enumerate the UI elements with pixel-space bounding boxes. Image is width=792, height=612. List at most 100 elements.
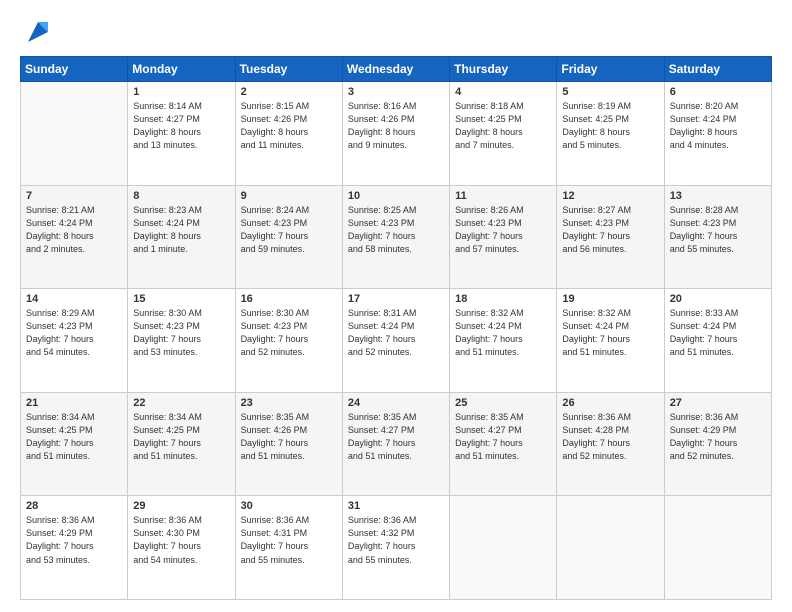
logo-icon <box>24 18 52 46</box>
day-info: Sunrise: 8:29 AMSunset: 4:23 PMDaylight:… <box>26 307 122 359</box>
calendar-cell: 28 Sunrise: 8:36 AMSunset: 4:29 PMDayligh… <box>21 496 128 600</box>
day-info: Sunrise: 8:21 AMSunset: 4:24 PMDaylight:… <box>26 204 122 256</box>
calendar-cell: 17 Sunrise: 8:31 AMSunset: 4:24 PMDayligh… <box>342 289 449 393</box>
day-info: Sunrise: 8:34 AMSunset: 4:25 PMDaylight:… <box>26 411 122 463</box>
col-header-sunday: Sunday <box>21 57 128 82</box>
day-number: 8 <box>133 190 229 202</box>
day-number: 21 <box>26 397 122 409</box>
calendar-cell: 20 Sunrise: 8:33 AMSunset: 4:24 PMDayligh… <box>664 289 771 393</box>
logo <box>20 18 52 46</box>
calendar-cell: 26 Sunrise: 8:36 AMSunset: 4:28 PMDayligh… <box>557 392 664 496</box>
day-info: Sunrise: 8:19 AMSunset: 4:25 PMDaylight:… <box>562 100 658 152</box>
calendar-cell: 16 Sunrise: 8:30 AMSunset: 4:23 PMDayligh… <box>235 289 342 393</box>
calendar-cell: 13 Sunrise: 8:28 AMSunset: 4:23 PMDayligh… <box>664 185 771 289</box>
day-number: 1 <box>133 86 229 98</box>
day-info: Sunrise: 8:24 AMSunset: 4:23 PMDaylight:… <box>241 204 337 256</box>
header <box>20 18 772 46</box>
day-info: Sunrise: 8:28 AMSunset: 4:23 PMDaylight:… <box>670 204 766 256</box>
calendar-cell: 4 Sunrise: 8:18 AMSunset: 4:25 PMDaylight… <box>450 82 557 186</box>
day-number: 25 <box>455 397 551 409</box>
day-info: Sunrise: 8:33 AMSunset: 4:24 PMDaylight:… <box>670 307 766 359</box>
day-info: Sunrise: 8:32 AMSunset: 4:24 PMDaylight:… <box>562 307 658 359</box>
calendar-cell <box>557 496 664 600</box>
day-number: 29 <box>133 500 229 512</box>
calendar-cell: 14 Sunrise: 8:29 AMSunset: 4:23 PMDayligh… <box>21 289 128 393</box>
col-header-wednesday: Wednesday <box>342 57 449 82</box>
calendar-week-1: 1Sunrise: 8:14 AMSunset: 4:27 PMDaylight… <box>21 82 772 186</box>
col-header-monday: Monday <box>128 57 235 82</box>
day-info: Sunrise: 8:30 AMSunset: 4:23 PMDaylight:… <box>241 307 337 359</box>
day-number: 2 <box>241 86 337 98</box>
calendar-cell: 8 Sunrise: 8:23 AMSunset: 4:24 PMDaylight… <box>128 185 235 289</box>
day-info: Sunrise: 8:36 AMSunset: 4:29 PMDaylight:… <box>26 514 122 566</box>
day-info: Sunrise: 8:32 AMSunset: 4:24 PMDaylight:… <box>455 307 551 359</box>
calendar-cell: 18 Sunrise: 8:32 AMSunset: 4:24 PMDayligh… <box>450 289 557 393</box>
calendar-cell <box>21 82 128 186</box>
calendar-cell <box>450 496 557 600</box>
calendar-cell: 9 Sunrise: 8:24 AMSunset: 4:23 PMDaylight… <box>235 185 342 289</box>
day-info: Sunrise: 8:34 AMSunset: 4:25 PMDaylight:… <box>133 411 229 463</box>
calendar-cell: 6 Sunrise: 8:20 AMSunset: 4:24 PMDaylight… <box>664 82 771 186</box>
col-header-saturday: Saturday <box>664 57 771 82</box>
day-info: Sunrise: 8:20 AMSunset: 4:24 PMDaylight:… <box>670 100 766 152</box>
calendar-cell: 19 Sunrise: 8:32 AMSunset: 4:24 PMDayligh… <box>557 289 664 393</box>
day-info: Sunrise: 8:31 AMSunset: 4:24 PMDaylight:… <box>348 307 444 359</box>
day-number: 23 <box>241 397 337 409</box>
page: SundayMondayTuesdayWednesdayThursdayFrid… <box>0 0 792 612</box>
calendar-cell: 15 Sunrise: 8:30 AMSunset: 4:23 PMDayligh… <box>128 289 235 393</box>
day-number: 19 <box>562 293 658 305</box>
calendar-cell: 10 Sunrise: 8:25 AMSunset: 4:23 PMDayligh… <box>342 185 449 289</box>
calendar-cell: 25 Sunrise: 8:35 AMSunset: 4:27 PMDayligh… <box>450 392 557 496</box>
day-number: 15 <box>133 293 229 305</box>
day-info: Sunrise: 8:15 AMSunset: 4:26 PMDaylight:… <box>241 100 337 152</box>
calendar-cell: 30 Sunrise: 8:36 AMSunset: 4:31 PMDayligh… <box>235 496 342 600</box>
calendar-cell: 12 Sunrise: 8:27 AMSunset: 4:23 PMDayligh… <box>557 185 664 289</box>
day-number: 30 <box>241 500 337 512</box>
calendar-week-4: 21 Sunrise: 8:34 AMSunset: 4:25 PMDayligh… <box>21 392 772 496</box>
day-info: Sunrise: 8:36 AMSunset: 4:31 PMDaylight:… <box>241 514 337 566</box>
day-number: 12 <box>562 190 658 202</box>
day-number: 26 <box>562 397 658 409</box>
day-number: 7 <box>26 190 122 202</box>
calendar-week-5: 28 Sunrise: 8:36 AMSunset: 4:29 PMDayligh… <box>21 496 772 600</box>
day-number: 16 <box>241 293 337 305</box>
day-number: 18 <box>455 293 551 305</box>
day-number: 31 <box>348 500 444 512</box>
day-number: 13 <box>670 190 766 202</box>
day-number: 20 <box>670 293 766 305</box>
day-number: 6 <box>670 86 766 98</box>
day-info: Sunrise: 8:35 AMSunset: 4:26 PMDaylight:… <box>241 411 337 463</box>
day-number: 14 <box>26 293 122 305</box>
day-info: Sunrise: 8:16 AMSunset: 4:26 PMDaylight:… <box>348 100 444 152</box>
day-info: Sunrise: 8:36 AMSunset: 4:28 PMDaylight:… <box>562 411 658 463</box>
calendar-cell: 21 Sunrise: 8:34 AMSunset: 4:25 PMDayligh… <box>21 392 128 496</box>
day-info: Sunrise: 8:25 AMSunset: 4:23 PMDaylight:… <box>348 204 444 256</box>
calendar-cell: 22 Sunrise: 8:34 AMSunset: 4:25 PMDayligh… <box>128 392 235 496</box>
day-info: Sunrise: 8:27 AMSunset: 4:23 PMDaylight:… <box>562 204 658 256</box>
day-info: Sunrise: 8:36 AMSunset: 4:32 PMDaylight:… <box>348 514 444 566</box>
col-header-tuesday: Tuesday <box>235 57 342 82</box>
day-number: 17 <box>348 293 444 305</box>
day-number: 10 <box>348 190 444 202</box>
day-number: 22 <box>133 397 229 409</box>
calendar-cell: 7 Sunrise: 8:21 AMSunset: 4:24 PMDaylight… <box>21 185 128 289</box>
day-info: Sunrise: 8:30 AMSunset: 4:23 PMDaylight:… <box>133 307 229 359</box>
calendar-cell <box>664 496 771 600</box>
day-info: Sunrise: 8:36 AMSunset: 4:30 PMDaylight:… <box>133 514 229 566</box>
day-info: Sunrise: 8:35 AMSunset: 4:27 PMDaylight:… <box>455 411 551 463</box>
calendar-cell: 24Sunrise: 8:35 AMSunset: 4:27 PMDayligh… <box>342 392 449 496</box>
day-info: Sunrise: 8:23 AMSunset: 4:24 PMDaylight:… <box>133 204 229 256</box>
col-header-thursday: Thursday <box>450 57 557 82</box>
day-number: 4 <box>455 86 551 98</box>
day-number: 9 <box>241 190 337 202</box>
col-header-friday: Friday <box>557 57 664 82</box>
day-number: 24 <box>348 397 444 409</box>
calendar-table: SundayMondayTuesdayWednesdayThursdayFrid… <box>20 56 772 600</box>
day-number: 28 <box>26 500 122 512</box>
calendar-week-2: 7 Sunrise: 8:21 AMSunset: 4:24 PMDaylight… <box>21 185 772 289</box>
calendar-week-3: 14 Sunrise: 8:29 AMSunset: 4:23 PMDayligh… <box>21 289 772 393</box>
day-info: Sunrise: 8:18 AMSunset: 4:25 PMDaylight:… <box>455 100 551 152</box>
day-info: Sunrise: 8:26 AMSunset: 4:23 PMDaylight:… <box>455 204 551 256</box>
calendar-cell: 27Sunrise: 8:36 AMSunset: 4:29 PMDayligh… <box>664 392 771 496</box>
calendar-cell: 23 Sunrise: 8:35 AMSunset: 4:26 PMDayligh… <box>235 392 342 496</box>
